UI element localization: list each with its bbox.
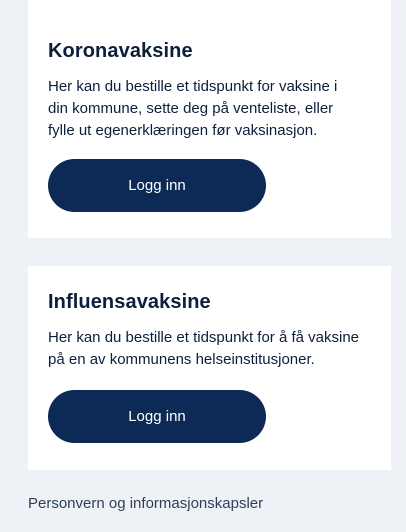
korona-card-description: Her kan du bestille et tidspunkt for vak…	[48, 76, 371, 142]
korona-description-line: fylle ut egenerklæringen før vaksinasjon…	[48, 122, 318, 139]
influensa-description-line: på en av kommunens helseinstitusjoner.	[48, 351, 315, 368]
influensa-login-button[interactable]: Logg inn	[48, 390, 266, 443]
influensa-card: Influensavaksine Her kan du bestille et …	[28, 266, 391, 470]
korona-card: Koronavaksine Her kan du bestille et tid…	[28, 0, 391, 238]
korona-card-title: Koronavaksine	[48, 40, 193, 62]
korona-description-line: Her kan du bestille et tidspunkt for vak…	[48, 78, 338, 95]
influensa-card-title: Influensavaksine	[48, 291, 211, 313]
influensa-description-line: Her kan du bestille et tidspunkt for å f…	[48, 329, 360, 346]
korona-description-line: din kommune, sette deg på venteliste, el…	[48, 100, 334, 117]
korona-login-button[interactable]: Logg inn	[48, 159, 266, 212]
privacy-cookies-link[interactable]: Personvern og informasjonskapsler	[28, 495, 263, 512]
influensa-card-description: Her kan du bestille et tidspunkt for å f…	[48, 327, 371, 371]
